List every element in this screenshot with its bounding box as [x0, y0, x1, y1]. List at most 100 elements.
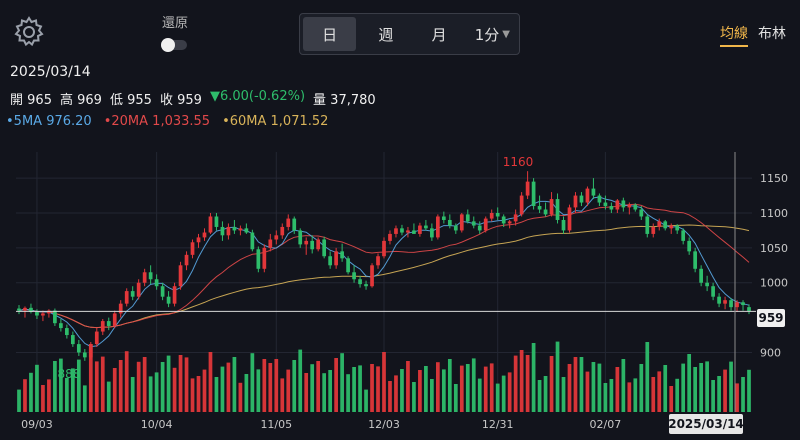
volume-bar	[435, 362, 440, 412]
volume-bar	[717, 376, 721, 412]
candle-body	[250, 232, 255, 250]
volume-bar	[340, 353, 344, 412]
volume-bar	[256, 369, 261, 412]
candle-body	[639, 209, 644, 217]
candle-body	[196, 237, 201, 243]
volume-bar	[352, 367, 356, 412]
volume-bar	[370, 364, 374, 412]
volume-bar	[609, 379, 614, 412]
volume-bar	[639, 364, 644, 412]
volume-bar	[412, 382, 416, 412]
volume-bar	[88, 344, 93, 412]
candle-body	[298, 230, 303, 245]
x-tick-label: 10/04	[141, 418, 173, 431]
volume-bar	[471, 358, 476, 412]
volume-bar	[358, 365, 362, 412]
volume-bar	[250, 353, 255, 412]
volume-bar	[573, 357, 578, 412]
candle-body	[561, 219, 566, 231]
volume-bar	[17, 389, 21, 412]
volume-bar	[118, 360, 123, 412]
candle-body	[178, 265, 183, 287]
volume-bar	[615, 367, 620, 412]
candle-body	[687, 240, 692, 252]
volume-bar	[597, 363, 602, 412]
candle-body	[406, 230, 410, 233]
candle-body	[453, 225, 458, 231]
volume-bar	[681, 363, 686, 412]
candle-body	[262, 247, 267, 269]
volume-bar	[29, 372, 33, 412]
volume-bar	[453, 384, 458, 412]
candle-body	[645, 216, 650, 234]
volume-bar	[447, 359, 452, 412]
volume-bar	[747, 369, 751, 412]
candle-body	[334, 251, 338, 266]
volume-bar	[262, 359, 267, 412]
candle-body	[699, 268, 703, 283]
volume-bar	[441, 369, 446, 412]
volume-bar	[418, 370, 422, 412]
volume-bar	[699, 363, 703, 412]
candle-body	[609, 206, 614, 210]
volume-bar	[495, 383, 500, 412]
candle-body	[447, 219, 452, 226]
volume-bar	[561, 377, 566, 412]
volume-bar	[23, 379, 27, 412]
candle-body	[226, 226, 231, 236]
volume-bar	[334, 358, 338, 412]
volume-bar	[741, 377, 745, 412]
volume-bar	[53, 361, 57, 412]
candle-body	[268, 239, 273, 248]
high-annotation: 1160	[503, 155, 534, 169]
y-tick-label: 1150	[760, 172, 788, 185]
volume-bar	[166, 355, 171, 412]
volume-bar	[501, 375, 506, 412]
volume-bar	[154, 372, 159, 412]
candle-body	[621, 200, 626, 208]
volume-bar	[82, 385, 87, 412]
candle-body	[118, 303, 123, 314]
candle-body	[23, 307, 27, 311]
candle-body	[388, 233, 392, 241]
volume-bar	[549, 356, 554, 412]
candle-body	[675, 225, 680, 231]
candle-body	[100, 321, 105, 332]
candle-body	[214, 216, 219, 227]
candle-body	[364, 284, 368, 287]
candle-body	[400, 228, 404, 233]
candlestick-chart[interactable]: 900 1000 1050 1100 1150 09/03 10/04 11/05 12/03 1…	[0, 0, 800, 440]
candle-body	[184, 254, 189, 266]
candle-body	[76, 344, 81, 353]
volume-bar	[424, 366, 428, 412]
volume-bar	[483, 366, 488, 412]
volume-bar	[376, 366, 380, 412]
volume-bar	[591, 362, 596, 412]
volume-bar	[268, 363, 273, 412]
candle-body	[657, 221, 662, 227]
candle-body	[495, 213, 500, 217]
candle-body	[322, 239, 327, 257]
candle-body	[591, 188, 596, 196]
candle-body	[435, 216, 440, 238]
candle-body	[513, 214, 518, 222]
volume-bar	[286, 369, 291, 412]
x-tick-label: 09/03	[21, 418, 53, 431]
volume-bar	[94, 361, 99, 412]
candle-body	[705, 282, 709, 287]
x-tick-label: 12/31	[482, 418, 514, 431]
volume-bar	[585, 371, 590, 412]
y-tick-label: 900	[760, 346, 781, 359]
volume-bar	[669, 386, 674, 412]
candle-body	[507, 221, 512, 224]
candle-body	[292, 218, 297, 231]
candle-body	[537, 206, 542, 210]
volume-bar	[100, 356, 105, 412]
candle-body	[41, 313, 45, 316]
volume-bar	[687, 354, 692, 412]
candle-body	[465, 214, 470, 222]
candle-body	[711, 286, 715, 297]
volume-bar	[190, 378, 195, 412]
candle-body	[669, 225, 674, 229]
candle-body	[693, 251, 698, 269]
